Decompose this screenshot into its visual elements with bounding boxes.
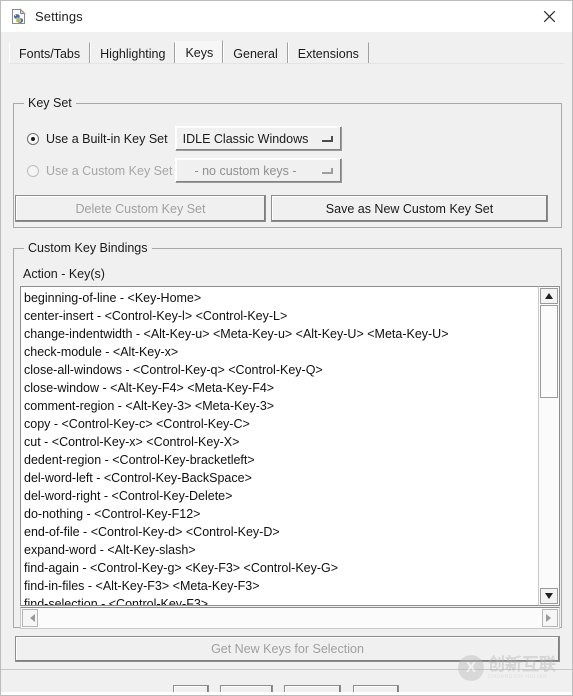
tab-general[interactable]: General xyxy=(223,42,288,64)
tab-fonts-tabs[interactable]: Fonts/Tabs xyxy=(9,42,91,64)
horizontal-scrollbar[interactable] xyxy=(20,607,560,629)
list-item[interactable]: change-indentwidth - <Alt-Key-u> <Meta-K… xyxy=(24,325,538,343)
settings-window: Settings Fonts/Tabs Highlighting Keys Ge… xyxy=(0,0,573,696)
key-set-group-title: Key Set xyxy=(24,96,76,110)
close-icon[interactable] xyxy=(527,1,572,32)
triangle-up-glyph xyxy=(545,293,553,299)
client-area: Fonts/Tabs Highlighting Keys General Ext… xyxy=(1,32,572,695)
list-item[interactable]: del-word-left - <Control-Key-BackSpace> xyxy=(24,469,538,487)
tab-keys[interactable]: Keys xyxy=(175,40,224,64)
list-item[interactable]: cut - <Control-Key-x> <Control-Key-X> xyxy=(24,433,538,451)
tab-label: Fonts/Tabs xyxy=(19,46,81,61)
custom-keyset-dropdown[interactable]: - no custom keys - xyxy=(175,158,342,183)
list-item[interactable]: find-selection - <Control-Key-F3> xyxy=(24,595,538,605)
window-title: Settings xyxy=(35,9,83,24)
save-as-new-custom-key-set-label: Save as New Custom Key Set xyxy=(325,201,494,216)
close-glyph xyxy=(543,10,556,23)
python-document-icon xyxy=(10,8,27,25)
tab-strip: Fonts/Tabs Highlighting Keys General Ext… xyxy=(1,38,572,64)
list-item[interactable]: close-window - <Alt-Key-F4> <Meta-Key-F4… xyxy=(24,379,538,397)
list-item[interactable]: check-module - <Alt-Key-x> xyxy=(24,343,538,361)
custom-keyset-radio-row[interactable]: Use a Custom Key Set xyxy=(27,164,172,178)
custom-key-bindings-group-title: Custom Key Bindings xyxy=(24,241,152,255)
tab-label: General xyxy=(233,46,278,61)
key-bindings-listbox[interactable]: beginning-of-line - <Key-Home> center-in… xyxy=(20,286,538,606)
list-item[interactable]: comment-region - <Alt-Key-3> <Meta-Key-3… xyxy=(24,397,538,415)
scroll-right-arrow-icon[interactable] xyxy=(542,609,558,627)
save-as-new-custom-key-set-button[interactable]: Save as New Custom Key Set xyxy=(271,195,548,222)
get-new-keys-label: Get New Keys for Selection xyxy=(211,642,364,656)
tab-underline xyxy=(9,63,564,64)
triangle-left-glyph xyxy=(26,614,35,622)
list-item[interactable]: end-of-file - <Control-Key-d> <Control-K… xyxy=(24,523,538,541)
radio-custom-keyset-label: Use a Custom Key Set xyxy=(46,164,173,178)
tab-label: Keys xyxy=(185,45,214,60)
triangle-down-glyph xyxy=(545,593,553,599)
radio-custom-keyset-icon[interactable] xyxy=(27,165,39,177)
chevron-down-icon xyxy=(322,167,333,174)
title-bar: Settings xyxy=(1,1,572,32)
list-item[interactable]: find-in-files - <Alt-Key-F3> <Meta-Key-F… xyxy=(24,577,538,595)
window-bottom-edge xyxy=(1,692,572,695)
scroll-down-arrow-icon[interactable] xyxy=(540,588,558,604)
list-item[interactable]: close-all-windows - <Control-Key-q> <Con… xyxy=(24,361,538,379)
list-item[interactable]: do-nothing - <Control-Key-F12> xyxy=(24,505,538,523)
tab-extensions[interactable]: Extensions xyxy=(287,42,369,64)
list-item[interactable]: center-insert - <Control-Key-l> <Control… xyxy=(24,307,538,325)
list-item[interactable]: dedent-region - <Control-Key-bracketleft… xyxy=(24,451,538,469)
scroll-up-arrow-icon[interactable] xyxy=(540,288,558,304)
radio-builtin-keyset-label: Use a Built-in Key Set xyxy=(46,132,168,146)
radio-builtin-keyset-icon[interactable] xyxy=(27,133,39,145)
tab-highlighting[interactable]: Highlighting xyxy=(90,42,176,64)
key-bindings-list-container: beginning-of-line - <Key-Home> center-in… xyxy=(20,286,560,629)
custom-keyset-value: - no custom keys - xyxy=(194,163,297,178)
builtin-keyset-radio-row[interactable]: Use a Built-in Key Set xyxy=(27,132,168,146)
delete-custom-key-set-button[interactable]: Delete Custom Key Set xyxy=(15,195,266,222)
triangle-right-glyph xyxy=(545,614,555,622)
delete-custom-key-set-label: Delete Custom Key Set xyxy=(75,201,206,216)
vertical-scrollbar-thumb[interactable] xyxy=(540,305,558,398)
list-item[interactable]: expand-word - <Alt-Key-slash> xyxy=(24,541,538,559)
get-new-keys-for-selection-button[interactable]: Get New Keys for Selection xyxy=(15,636,560,662)
chevron-down-icon xyxy=(322,135,333,142)
scroll-left-arrow-icon[interactable] xyxy=(22,609,38,627)
builtin-keyset-value: IDLE Classic Windows xyxy=(182,131,309,146)
tab-label: Extensions xyxy=(297,46,359,61)
list-item[interactable]: copy - <Control-Key-c> <Control-Key-C> xyxy=(24,415,538,433)
list-item[interactable]: find-again - <Control-Key-g> <Key-F3> <C… xyxy=(24,559,538,577)
list-item[interactable]: beginning-of-line - <Key-Home> xyxy=(24,289,538,307)
list-item[interactable]: del-word-right - <Control-Key-Delete> xyxy=(24,487,538,505)
builtin-keyset-dropdown[interactable]: IDLE Classic Windows xyxy=(175,126,342,151)
tab-label: Highlighting xyxy=(100,46,166,61)
vertical-scrollbar[interactable] xyxy=(538,286,560,606)
action-keys-column-header: Action - Key(s) xyxy=(23,267,105,281)
